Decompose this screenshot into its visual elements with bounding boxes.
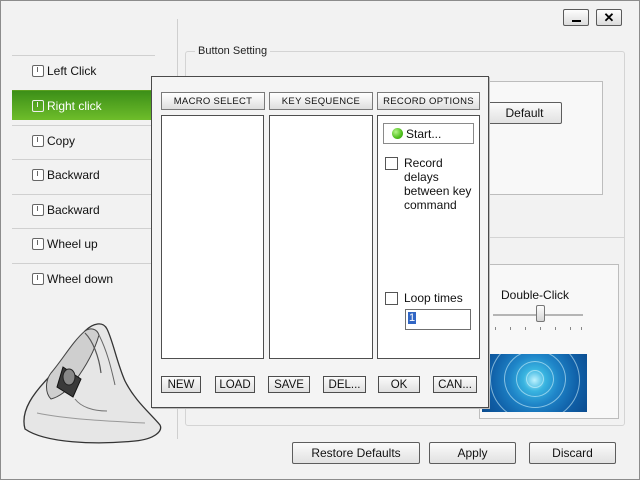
- record-delays-checkbox[interactable]: [385, 157, 398, 170]
- sidebar-item-label: Wheel down: [47, 271, 114, 286]
- double-click-slider-thumb[interactable]: [536, 305, 545, 322]
- new-button[interactable]: NEW: [161, 376, 201, 393]
- sidebar-item-left-click[interactable]: Left Click: [12, 55, 155, 85]
- key-sequence-header: KEY SEQUENCE: [269, 92, 373, 110]
- sidebar-item-backward-1[interactable]: Backward: [12, 159, 155, 189]
- sidebar-item-wheel-down[interactable]: Wheel down: [12, 263, 155, 293]
- setting-box-top: [479, 81, 603, 195]
- sidebar-item-label: Copy: [47, 133, 76, 148]
- loop-times-value: 1: [408, 312, 417, 324]
- cancel-button[interactable]: CAN...: [433, 376, 477, 393]
- group-divider: [479, 237, 625, 238]
- sidebar-item-label: Backward: [47, 202, 100, 217]
- close-icon: ✕: [603, 9, 615, 25]
- slider-tick: [570, 327, 571, 330]
- close-button[interactable]: ✕: [596, 9, 622, 26]
- sidebar-item-backward-2[interactable]: Backward: [12, 194, 155, 224]
- slider-tick: [555, 327, 556, 330]
- save-button[interactable]: SAVE: [268, 376, 310, 393]
- restore-defaults-button[interactable]: Restore Defaults: [292, 442, 420, 464]
- discard-button[interactable]: Discard: [529, 442, 616, 464]
- loop-times-label: Loop times: [404, 291, 463, 305]
- sidebar-item-label: Left Click: [47, 63, 97, 78]
- start-record-button[interactable]: Start...: [383, 123, 474, 144]
- mouse-button-icon: [32, 134, 44, 147]
- delete-button[interactable]: DEL...: [323, 376, 366, 393]
- ok-button[interactable]: OK: [378, 376, 420, 393]
- slider-tick: [581, 327, 582, 330]
- mouse-button-icon: [32, 203, 44, 216]
- main-window: ✕ Left Click Right click Copy Backward B…: [0, 0, 640, 480]
- button-setting-legend: Button Setting: [195, 45, 271, 57]
- start-label: Start...: [406, 126, 442, 141]
- slider-tick: [540, 327, 541, 330]
- green-dot-icon: [392, 128, 403, 139]
- sidebar-item-wheel-up[interactable]: Wheel up: [12, 228, 155, 258]
- macro-select-header: MACRO SELECT: [161, 92, 265, 110]
- loop-times-input[interactable]: 1: [405, 309, 471, 330]
- slider-tick: [495, 327, 496, 330]
- double-click-label: Double-Click: [501, 288, 570, 302]
- double-click-test-image[interactable]: [482, 354, 587, 412]
- macro-dialog: MACRO SELECT KEY SEQUENCE RECORD OPTIONS…: [151, 76, 489, 408]
- apply-button[interactable]: Apply: [429, 442, 516, 464]
- minimize-button[interactable]: [563, 9, 589, 26]
- loop-times-checkbox[interactable]: [385, 292, 398, 305]
- slider-tick: [510, 327, 511, 330]
- default-button[interactable]: Default: [487, 102, 562, 124]
- sidebar-item-label: Backward: [47, 167, 100, 182]
- mouse-button-icon: [32, 272, 44, 285]
- mouse-button-icon: [32, 99, 44, 112]
- record-delays-label: Record delays between key command: [404, 156, 472, 212]
- macro-select-list[interactable]: [161, 115, 264, 359]
- sidebar-item-right-click[interactable]: Right click: [12, 90, 155, 120]
- sidebar-item-label: Wheel up: [47, 236, 98, 251]
- mouse-image: [23, 323, 162, 444]
- mouse-button-icon: [32, 168, 44, 181]
- mouse-button-icon: [32, 237, 44, 250]
- load-button[interactable]: LOAD: [215, 376, 255, 393]
- sidebar-item-label: Right click: [47, 98, 102, 113]
- minimize-icon: [571, 19, 581, 22]
- slider-tick: [525, 327, 526, 330]
- key-sequence-list[interactable]: [269, 115, 373, 359]
- record-options-header: RECORD OPTIONS: [377, 92, 480, 110]
- sidebar-item-copy[interactable]: Copy: [12, 125, 155, 155]
- mouse-button-icon: [32, 64, 44, 77]
